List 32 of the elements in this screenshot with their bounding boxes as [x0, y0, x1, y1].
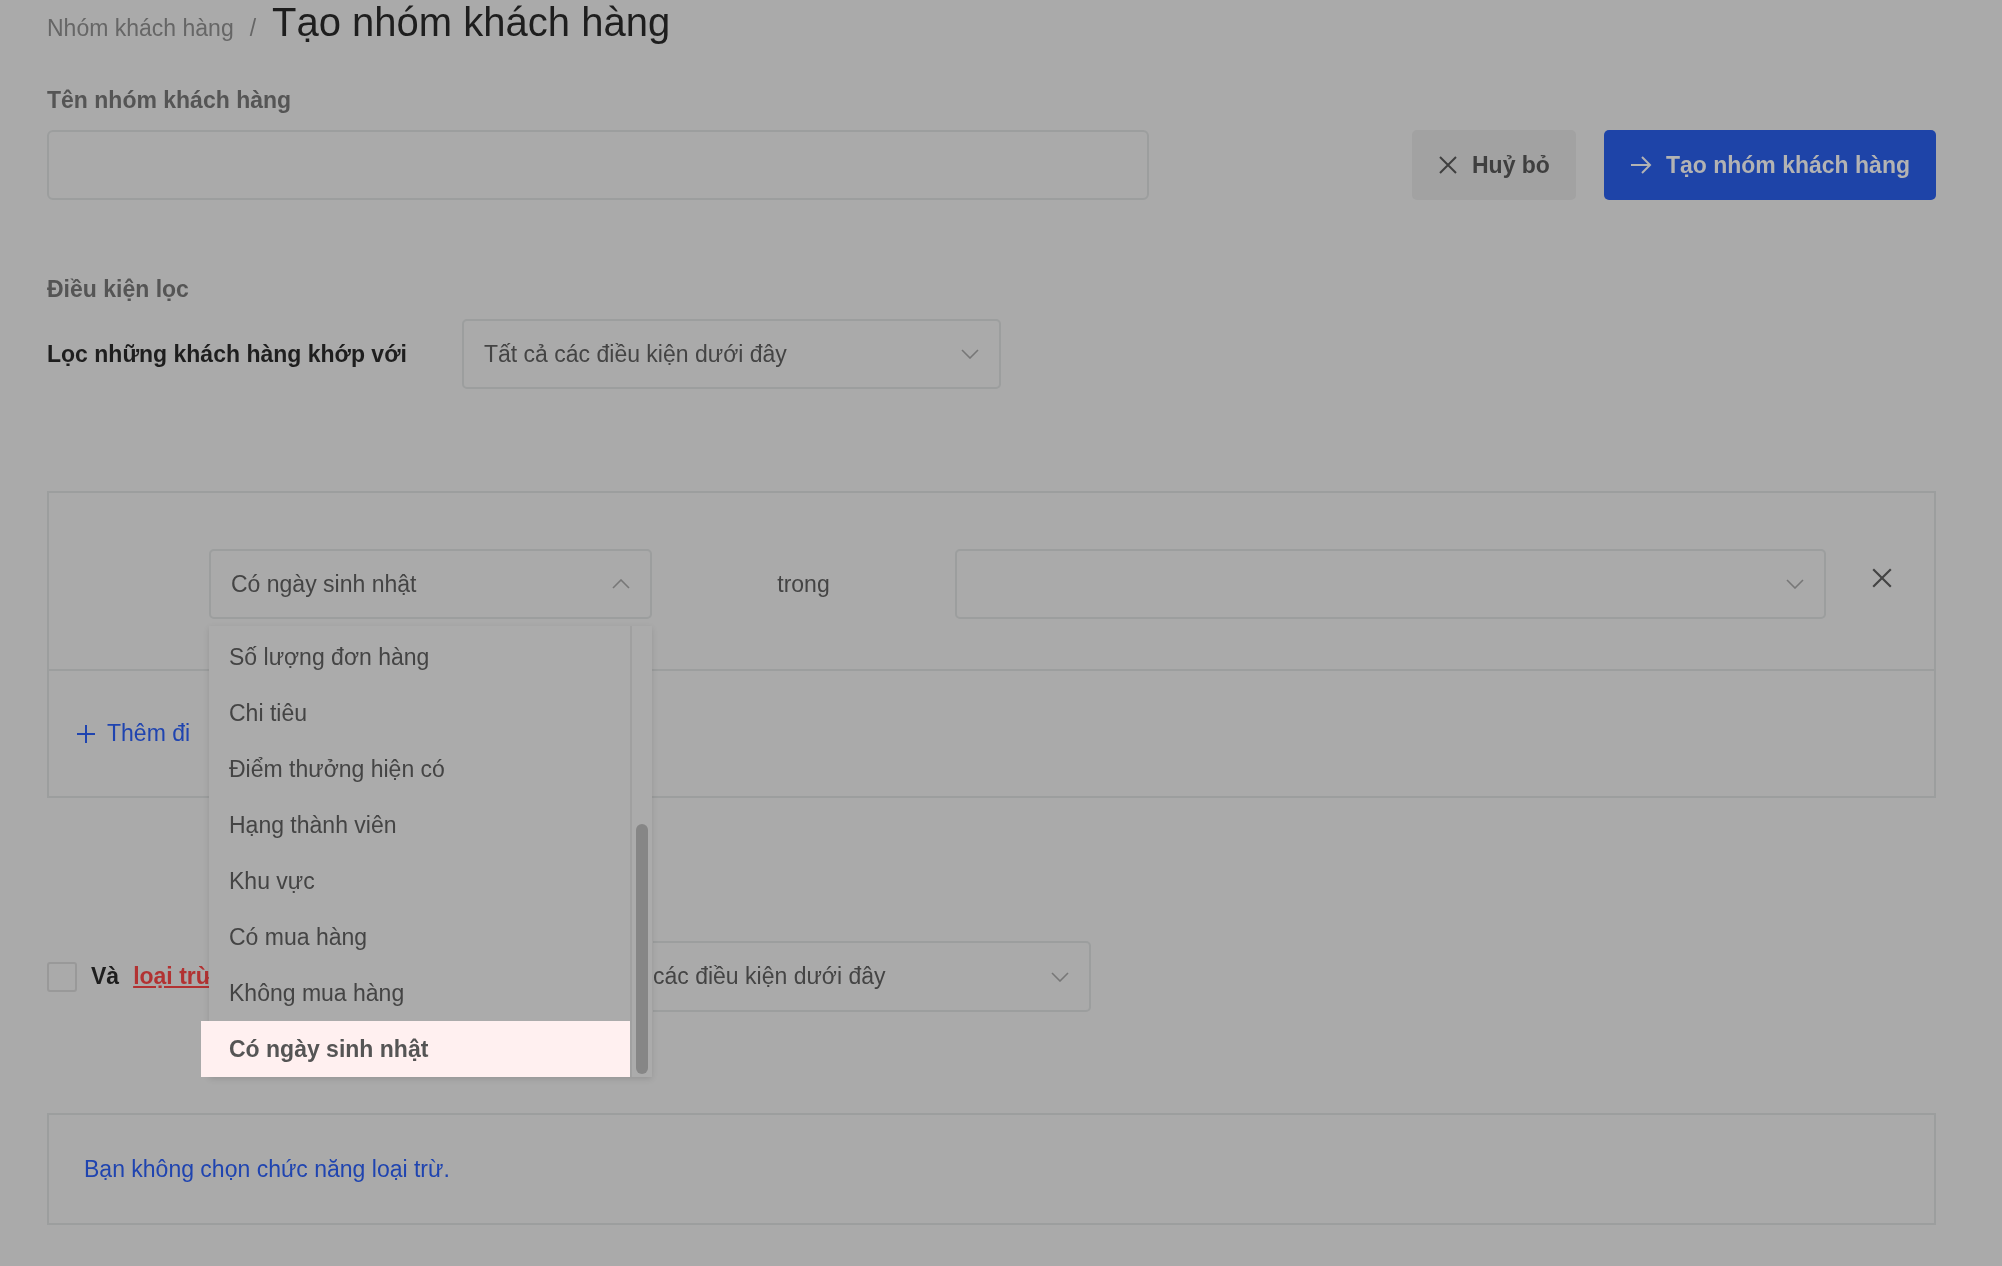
breadcrumb-link[interactable]: Nhóm khách hàng	[47, 15, 234, 42]
condition-select[interactable]: Có ngày sinh nhật	[209, 549, 652, 619]
operator-text: trong	[776, 570, 831, 599]
dropdown-option[interactable]: Điểm thưởng hiện có	[209, 741, 630, 797]
dropdown-option[interactable]: Chi tiêu	[209, 685, 630, 741]
match-select[interactable]: Tất cả các điều kiện dưới đây	[462, 319, 1001, 389]
info-text: Bạn không chọn chức năng loại trừ.	[84, 1155, 450, 1183]
chevron-up-icon	[612, 579, 630, 589]
arrow-right-icon	[1629, 155, 1652, 175]
page-title: Tạo nhóm khách hàng	[272, 0, 671, 44]
add-condition-link[interactable]: Thêm đi	[77, 720, 191, 747]
plus-icon	[77, 724, 95, 743]
dropdown-option[interactable]: Số lượng đơn hàng	[209, 629, 630, 685]
match-label: Lọc những khách hàng khớp với	[47, 340, 408, 368]
value-select[interactable]	[955, 549, 1826, 619]
dropdown-option[interactable]: Khu vực	[209, 853, 630, 909]
cancel-button[interactable]: Huỷ bỏ	[1411, 130, 1576, 200]
chevron-down-icon	[961, 349, 979, 359]
breadcrumb-separator: /	[249, 15, 257, 42]
dropdown-option[interactable]: Có ngày sinh nhật	[201, 1021, 630, 1077]
exclude-select[interactable]: các điều kiện dưới đây	[653, 941, 1091, 1012]
close-icon	[1871, 567, 1893, 589]
exclude-label: Và	[91, 963, 120, 990]
create-group-button[interactable]: Tạo nhóm khách hàng	[1603, 130, 1936, 200]
chevron-down-icon	[1786, 579, 1804, 589]
close-icon	[1437, 155, 1458, 175]
dropdown-option[interactable]: Không mua hàng	[209, 965, 630, 1021]
dropdown-option[interactable]: Hạng thành viên	[209, 797, 630, 853]
dropdown-option[interactable]: Có mua hàng	[209, 909, 630, 965]
chevron-down-icon	[1051, 971, 1069, 982]
section-title: Điều kiện lọc	[47, 275, 190, 303]
field-label: Tên nhóm khách hàng	[47, 86, 293, 114]
